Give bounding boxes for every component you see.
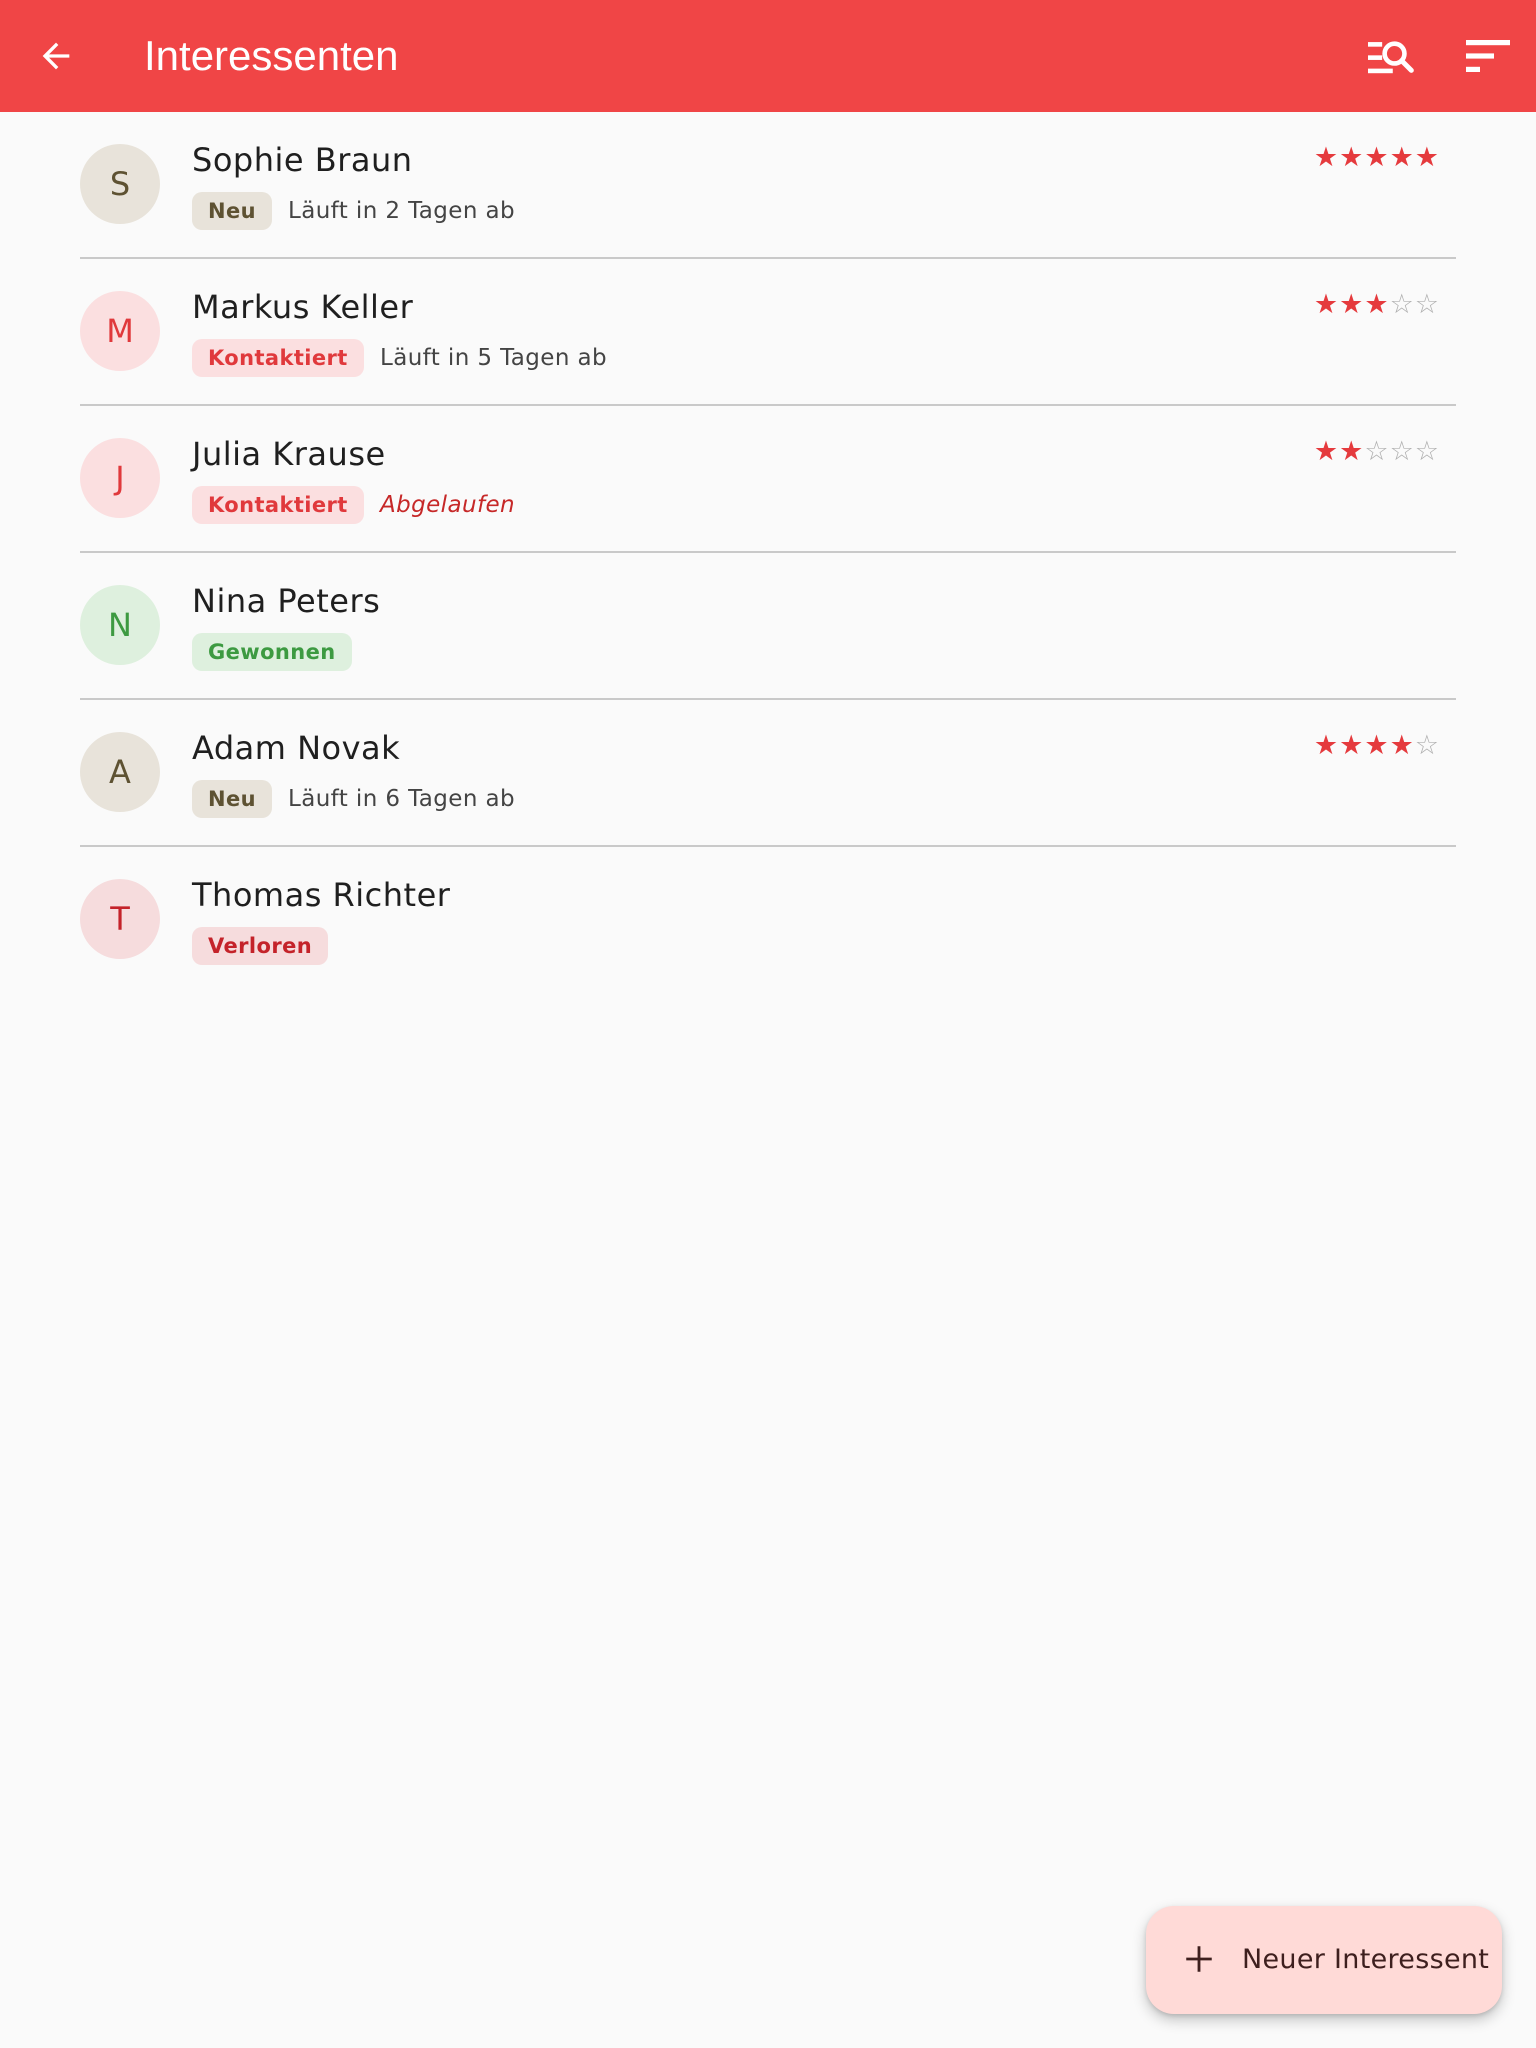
star-filled-icon: ★: [1364, 142, 1390, 173]
new-lead-label: Neuer Interessent: [1242, 1944, 1490, 1975]
lead-list: S Sophie Braun Neu Läuft in 2 Tagen ab ★…: [80, 112, 1456, 992]
star-filled-icon: ★: [1313, 730, 1340, 761]
star-filled-icon: ★: [1339, 142, 1365, 173]
star-empty-icon: ☆: [1389, 436, 1415, 467]
star-rating: ★★☆☆☆: [1314, 436, 1440, 468]
expiry-text: Läuft in 6 Tagen ab: [288, 786, 515, 812]
avatar: N: [80, 585, 160, 665]
lead-name: Sophie Braun: [192, 141, 413, 179]
lead-row[interactable]: S Sophie Braun Neu Läuft in 2 Tagen ab ★…: [80, 112, 1456, 259]
avatar: A: [80, 732, 160, 812]
lead-row[interactable]: T Thomas Richter Verloren: [80, 847, 1456, 992]
star-empty-icon: ☆: [1364, 436, 1390, 467]
lead-row[interactable]: J Julia Krause Kontaktiert Abgelaufen ★★…: [80, 406, 1456, 553]
star-empty-icon: ☆: [1389, 289, 1415, 320]
lead-name: Nina Peters: [192, 582, 381, 620]
star-filled-icon: ★: [1313, 142, 1340, 173]
status-badge: Kontaktiert: [192, 339, 364, 377]
star-filled-icon: ★: [1414, 142, 1440, 173]
lead-row[interactable]: N Nina Peters Gewonnen: [80, 553, 1456, 700]
lead-name: Markus Keller: [192, 288, 414, 326]
manage-search-icon[interactable]: [1368, 38, 1414, 78]
star-empty-icon: ☆: [1414, 289, 1440, 320]
star-filled-icon: ★: [1364, 289, 1390, 320]
lead-row[interactable]: A Adam Novak Neu Läuft in 6 Tagen ab ★★★…: [80, 700, 1456, 847]
lead-name: Thomas Richter: [192, 876, 451, 914]
star-filled-icon: ★: [1364, 730, 1390, 761]
avatar: M: [80, 291, 160, 371]
expiry-text: Läuft in 5 Tagen ab: [380, 345, 607, 371]
status-badge: Neu: [192, 192, 272, 230]
expiry-text: Abgelaufen: [380, 492, 515, 518]
expiry-text: Läuft in 2 Tagen ab: [288, 198, 515, 224]
plus-icon: [1186, 1946, 1212, 1972]
star-rating: ★★★☆☆: [1314, 289, 1440, 321]
star-empty-icon: ☆: [1414, 436, 1440, 467]
page-title: Interessenten: [144, 32, 399, 79]
status-badge: Verloren: [192, 927, 329, 965]
new-lead-button[interactable]: Neuer Interessent: [1146, 1906, 1502, 2014]
star-rating: ★★★★★: [1314, 142, 1440, 174]
star-filled-icon: ★: [1313, 436, 1340, 467]
star-empty-icon: ☆: [1414, 730, 1440, 761]
status-badge: Neu: [192, 780, 272, 818]
lead-row[interactable]: M Markus Keller Kontaktiert Läuft in 5 T…: [80, 259, 1456, 406]
status-badge: Kontaktiert: [192, 486, 364, 524]
sort-icon[interactable]: [1466, 40, 1510, 72]
avatar: J: [80, 438, 160, 518]
star-filled-icon: ★: [1339, 436, 1365, 467]
star-filled-icon: ★: [1389, 730, 1415, 761]
avatar: T: [80, 879, 160, 959]
lead-name: Adam Novak: [192, 729, 401, 767]
star-filled-icon: ★: [1339, 730, 1365, 761]
star-filled-icon: ★: [1389, 142, 1415, 173]
lead-name: Julia Krause: [192, 435, 386, 473]
arrow-back-icon[interactable]: [36, 36, 76, 76]
app-bar: Interessenten: [0, 0, 1536, 112]
star-filled-icon: ★: [1339, 289, 1365, 320]
status-badge: Gewonnen: [192, 633, 352, 671]
avatar: S: [80, 144, 160, 224]
star-filled-icon: ★: [1313, 289, 1340, 320]
star-rating: ★★★★☆: [1314, 730, 1440, 762]
